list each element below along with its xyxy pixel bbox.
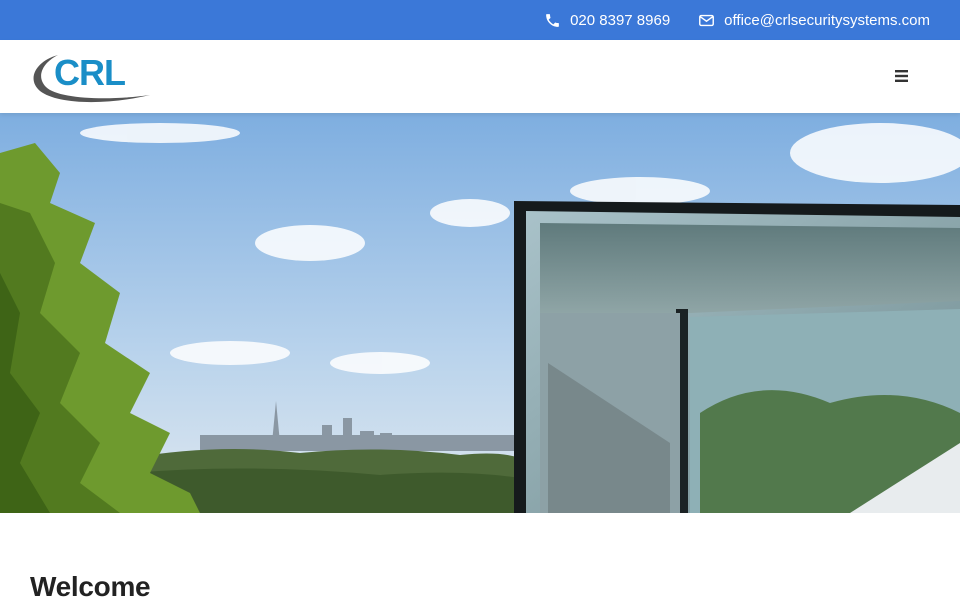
hero-photo bbox=[0, 113, 960, 513]
top-contact-bar: 020 8397 8969 office@crlsecuritysystems.… bbox=[0, 0, 960, 40]
site-header: CRL bbox=[0, 40, 960, 113]
main-content: Welcome bbox=[0, 513, 960, 602]
phone-icon bbox=[544, 12, 561, 29]
welcome-heading: Welcome bbox=[30, 571, 151, 602]
email-address: office@crlsecuritysystems.com bbox=[724, 11, 930, 29]
envelope-icon bbox=[698, 12, 715, 29]
hamburger-menu-icon[interactable] bbox=[892, 67, 912, 85]
site-logo[interactable]: CRL bbox=[28, 49, 152, 105]
phone-link[interactable]: 020 8397 8969 bbox=[544, 12, 670, 29]
phone-number: 020 8397 8969 bbox=[570, 11, 671, 29]
email-link[interactable]: office@crlsecuritysystems.com bbox=[698, 12, 930, 29]
logo-text: CRL bbox=[54, 52, 125, 93]
